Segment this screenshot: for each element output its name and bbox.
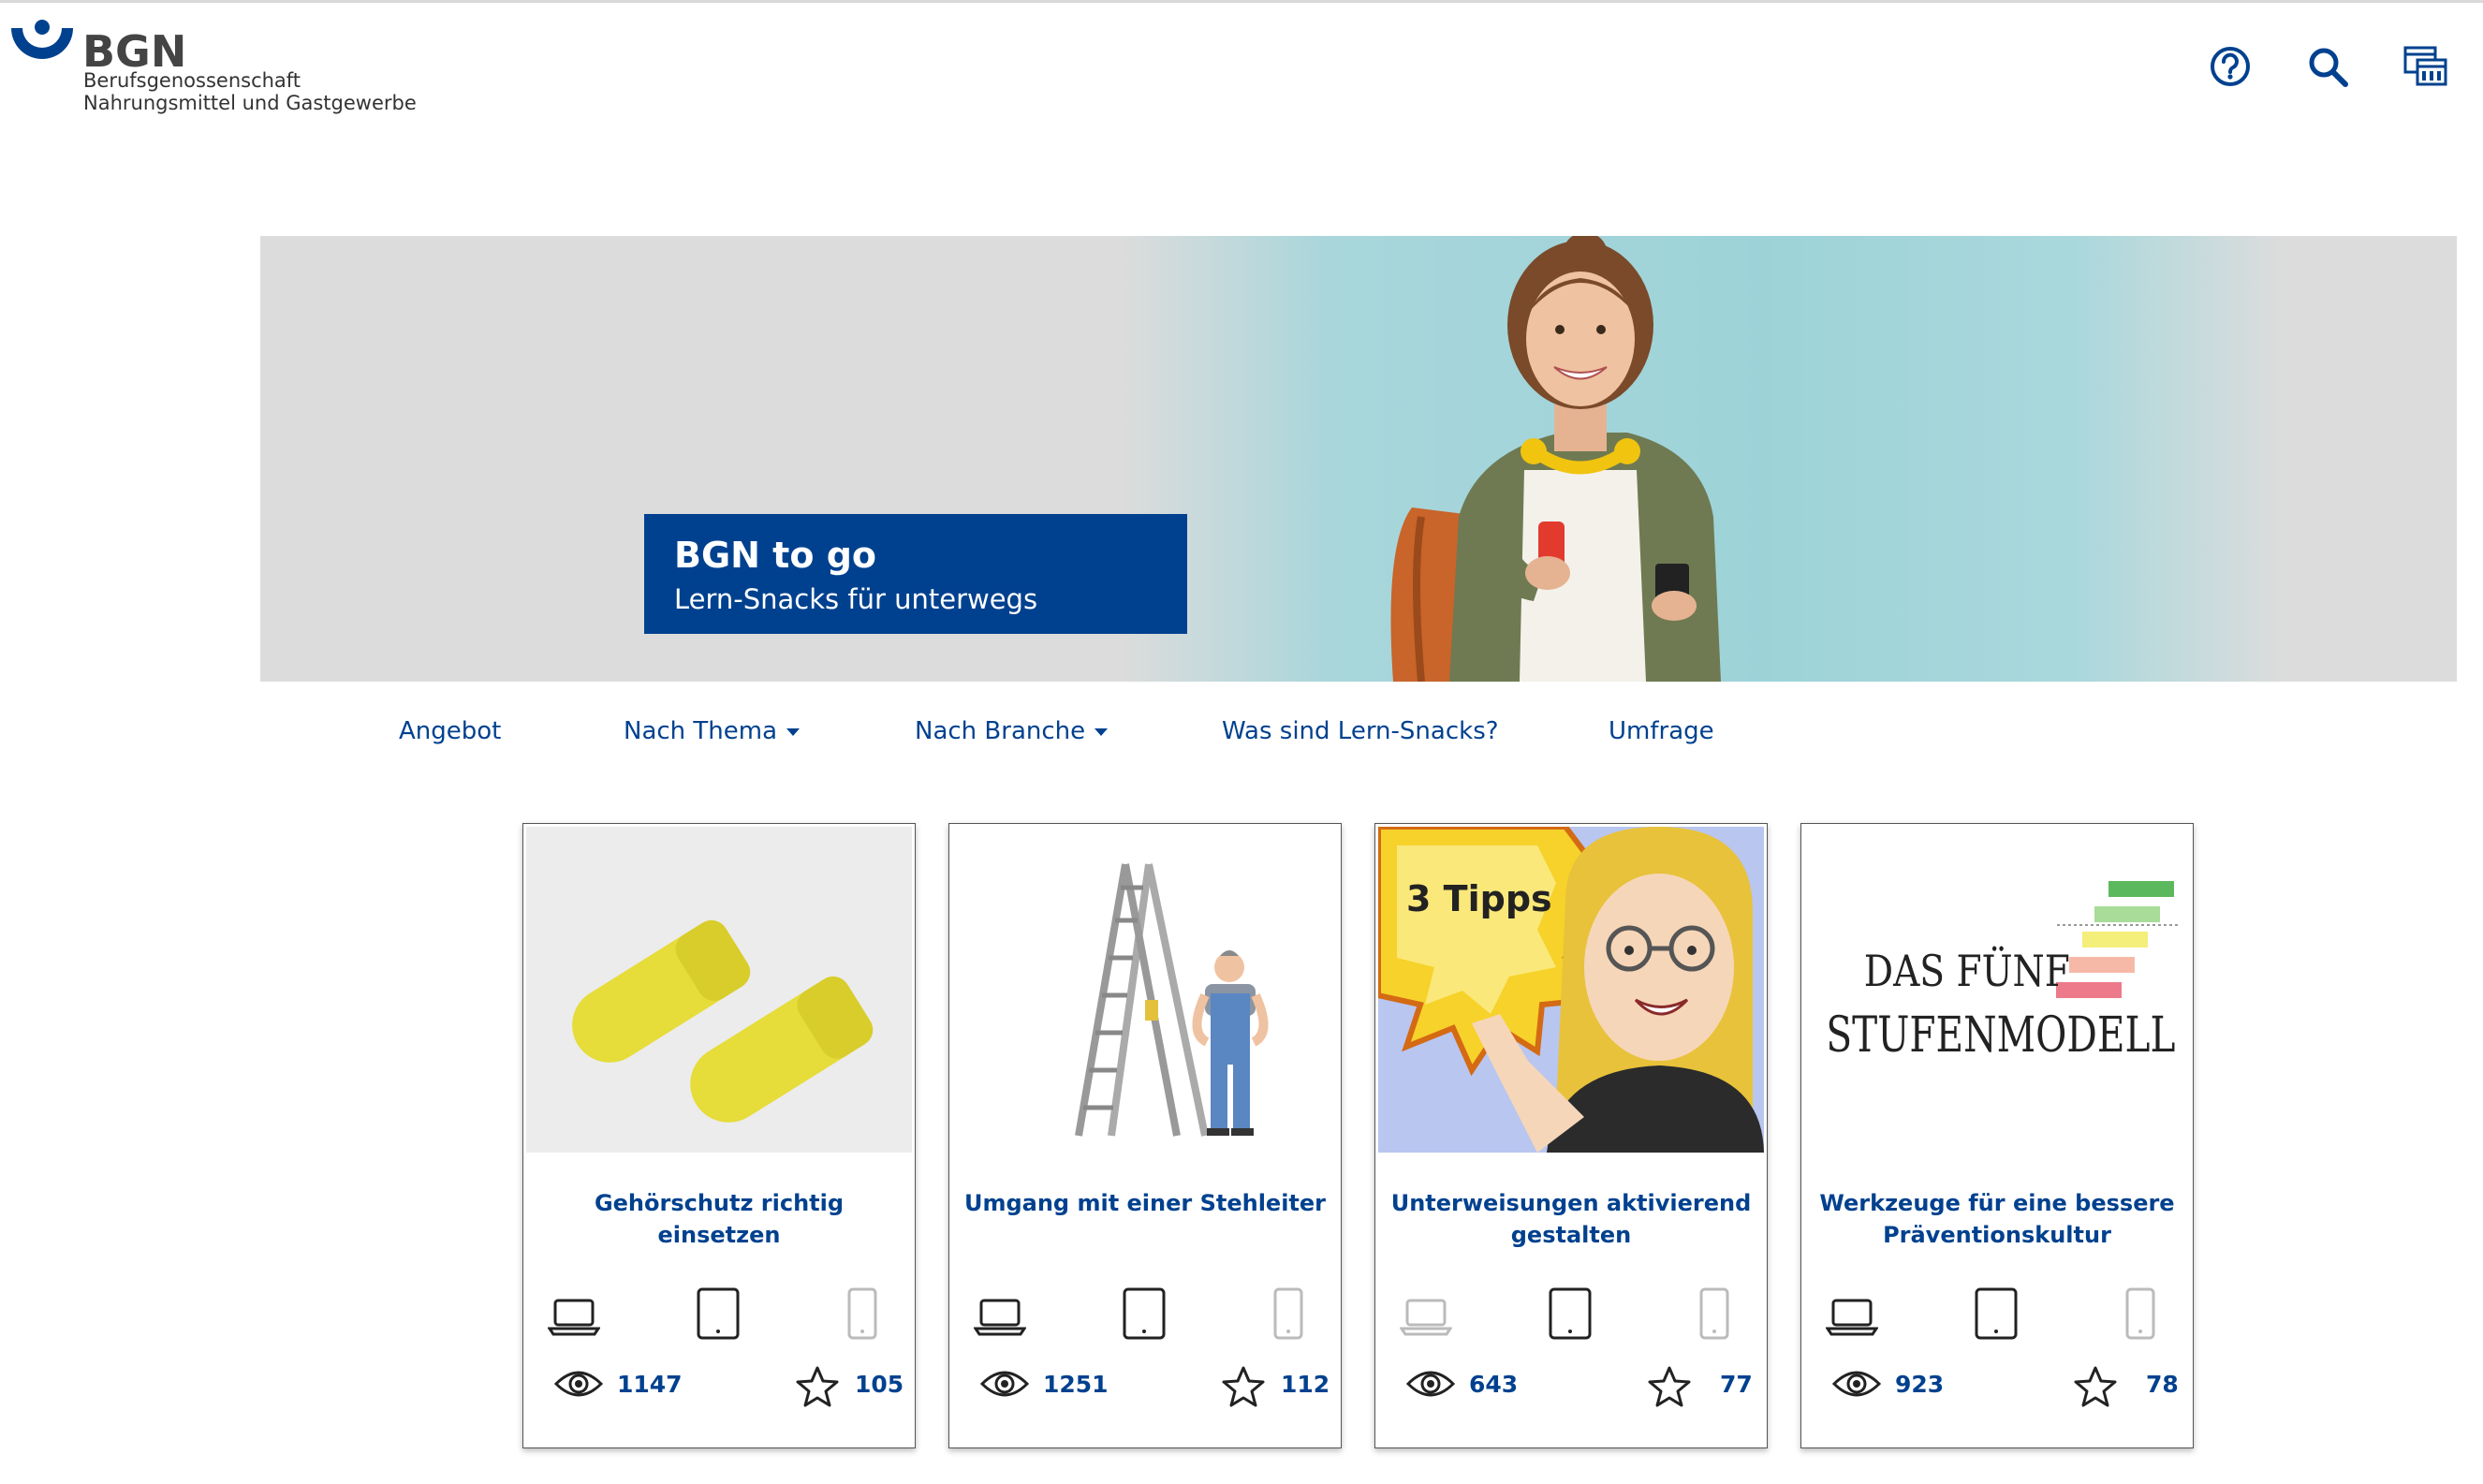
card-image-text: 3 Tipps	[1406, 878, 1552, 919]
caret-down-icon	[786, 727, 801, 736]
star-icon[interactable]	[1221, 1365, 1266, 1412]
lern-snack-card-unterweisungen[interactable]: 3 Tipps Unterweisungen aktivierend gesta…	[1374, 823, 1768, 1448]
star-count: 78	[2146, 1371, 2179, 1398]
logo-subtitle-1: Berufsgenossenschaft	[83, 69, 301, 92]
hero-person-image	[1390, 236, 1721, 682]
eye-icon	[979, 1365, 1030, 1406]
card-title: Werkzeuge für eine bessere Präventionsku…	[1819, 1190, 2175, 1248]
tablet-icon	[1118, 1287, 1170, 1340]
star-count: 105	[855, 1371, 904, 1398]
eye-icon	[1831, 1365, 1882, 1406]
lern-snack-card-praeventionskultur[interactable]: DAS FÜNF STUFENMODELL Werkzeuge für eine…	[1800, 823, 2194, 1448]
bgn-logo-icon	[11, 20, 73, 59]
nav-was-sind-lern-snacks[interactable]: Was sind Lern-Snacks?	[1222, 717, 1499, 745]
phone-icon	[2114, 1287, 2167, 1340]
nav-nach-thema[interactable]: Nach Thema	[624, 717, 801, 745]
view-count: 643	[1469, 1371, 1519, 1398]
card-title: Umgang mit einer Stehleiter	[963, 1190, 1327, 1216]
phone-icon	[1262, 1287, 1315, 1340]
card-image-text-1: DAS FÜNF	[1864, 946, 2070, 997]
tablet-icon	[692, 1287, 744, 1340]
card-image-3-tipps: 3 Tipps	[1378, 827, 1764, 1153]
card-title: Gehörschutz richtig einsetzen	[594, 1190, 845, 1248]
laptop-icon	[974, 1287, 1026, 1340]
hero-title: BGN to go	[674, 535, 876, 576]
eye-icon	[1405, 1365, 1456, 1406]
card-image-fuenf-stufenmodell: DAS FÜNF STUFENMODELL	[1804, 827, 2190, 1153]
search-icon[interactable]	[2304, 43, 2351, 90]
bgn-logo[interactable]: BGN Berufsgenossenschaft Nahrungsmittel …	[7, 19, 417, 122]
hero-banner: BGN to go Lern-Snacks für unterwegs	[260, 236, 2457, 682]
nav-label: Was sind Lern-Snacks?	[1222, 717, 1499, 745]
star-count: 77	[1720, 1371, 1753, 1398]
nav-label: Umfrage	[1609, 717, 1714, 745]
tablet-icon	[1970, 1287, 2022, 1340]
nav-label: Nach Thema	[624, 717, 778, 745]
nav-label: Angebot	[399, 717, 502, 745]
tablet-icon	[1544, 1287, 1596, 1340]
star-icon[interactable]	[1647, 1365, 1692, 1412]
nav-label: Nach Branche	[915, 717, 1086, 745]
card-title: Unterweisungen aktivierend gestalten	[1390, 1190, 1752, 1248]
top-border	[0, 0, 2483, 3]
laptop-icon	[1826, 1287, 1878, 1340]
lern-snack-card-gehoerschutz[interactable]: Gehörschutz richtig einsetzen 1147 105	[522, 823, 916, 1448]
lern-snack-card-stehleiter[interactable]: Umgang mit einer Stehleiter 1251 112	[948, 823, 1342, 1448]
dashboard-icon[interactable]	[2402, 43, 2449, 90]
nav-umfrage[interactable]: Umfrage	[1609, 717, 1714, 745]
star-count: 112	[1281, 1371, 1330, 1398]
star-icon[interactable]	[795, 1365, 840, 1412]
star-icon[interactable]	[2073, 1365, 2118, 1412]
eye-icon	[553, 1365, 604, 1406]
nav-angebot[interactable]: Angebot	[399, 717, 501, 745]
card-image-text-2: STUFENMODELL	[1826, 1006, 2175, 1063]
view-count: 1251	[1043, 1371, 1109, 1398]
caret-down-icon	[1095, 727, 1109, 736]
view-count: 923	[1895, 1371, 1945, 1398]
hero-title-box: BGN to go Lern-Snacks für unterwegs	[644, 514, 1187, 634]
view-count: 1147	[617, 1371, 683, 1398]
logo-subtitle-2: Nahrungsmittel und Gastgewerbe	[83, 92, 417, 114]
laptop-icon	[548, 1287, 600, 1340]
help-icon[interactable]	[2207, 43, 2254, 90]
nav-nach-branche[interactable]: Nach Branche	[915, 717, 1109, 745]
laptop-icon	[1400, 1287, 1452, 1340]
hero-subtitle: Lern-Snacks für unterwegs	[674, 583, 1038, 615]
card-image-earplugs	[526, 827, 912, 1153]
card-image-ladder	[952, 827, 1338, 1153]
phone-icon	[836, 1287, 889, 1340]
phone-icon	[1688, 1287, 1741, 1340]
